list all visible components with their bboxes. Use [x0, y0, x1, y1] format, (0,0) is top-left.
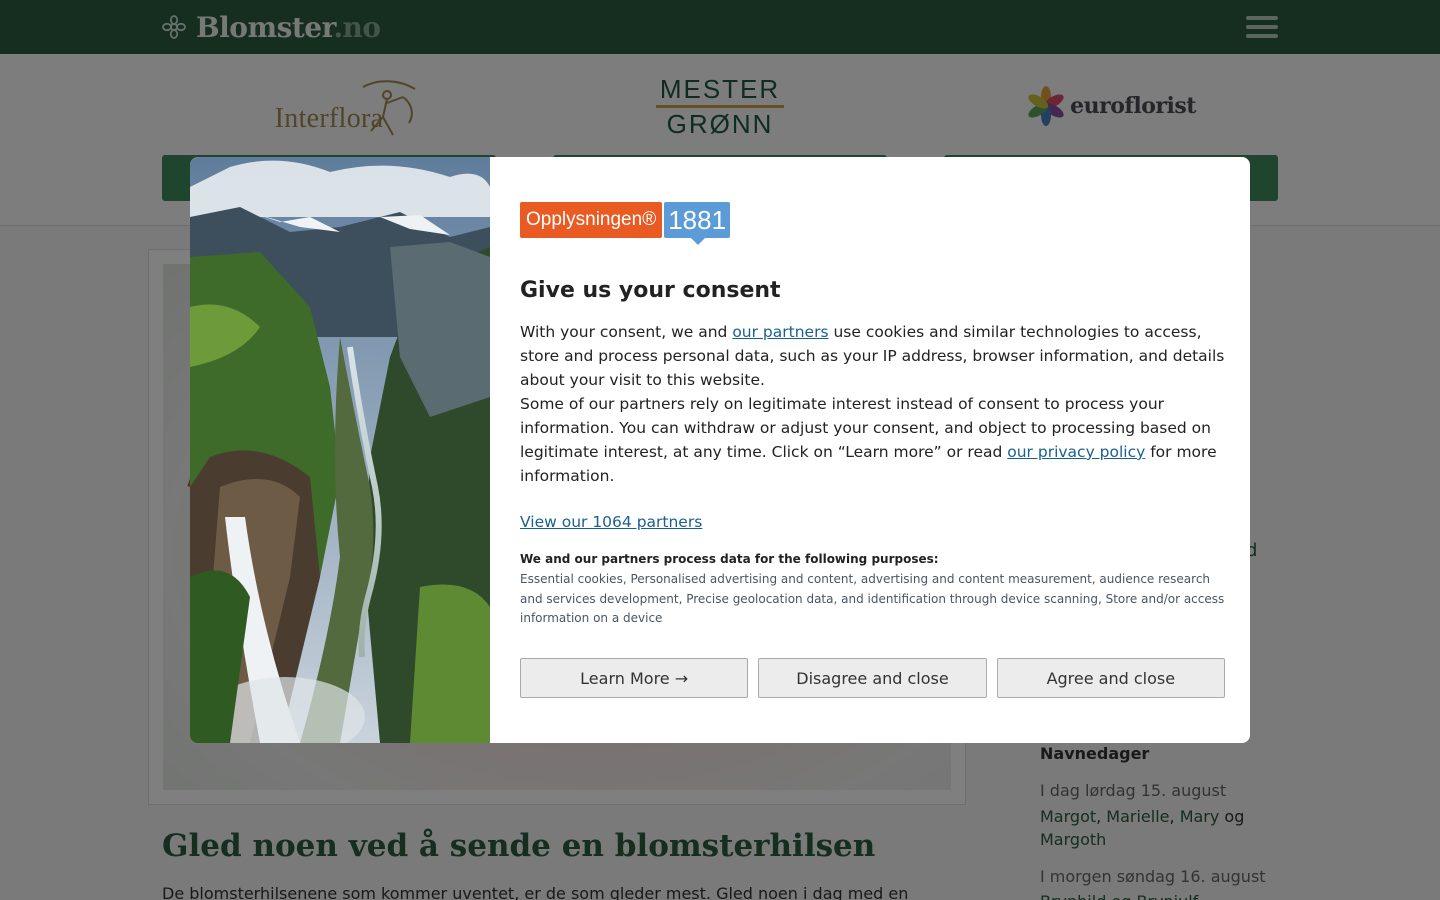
consent-dialog: Opplysningen® 1881 Give us your consent …	[190, 157, 1250, 743]
consent-body: Opplysningen® 1881 Give us your consent …	[520, 157, 1225, 743]
consent-description: With your consent, we and our partners u…	[520, 323, 1225, 485]
disagree-button[interactable]: Disagree and close	[758, 658, 987, 698]
consent-actions: Learn More → Disagree and close Agree an…	[520, 658, 1225, 698]
learn-more-button[interactable]: Learn More →	[520, 658, 749, 698]
opplysningen-logo: Opplysningen® 1881	[520, 202, 731, 245]
fjord-waterfall-image	[190, 157, 490, 743]
view-partners-link[interactable]: View our 1064 partners	[520, 513, 702, 531]
consent-title: Give us your consent	[520, 278, 781, 303]
purposes-title: We and our partners process data for the…	[520, 552, 939, 566]
purposes-list: Essential cookies, Personalised advertis…	[520, 572, 1225, 625]
agree-button[interactable]: Agree and close	[996, 658, 1225, 698]
privacy-policy-link[interactable]: our privacy policy	[1007, 443, 1145, 461]
our-partners-link[interactable]: our partners	[732, 323, 828, 341]
